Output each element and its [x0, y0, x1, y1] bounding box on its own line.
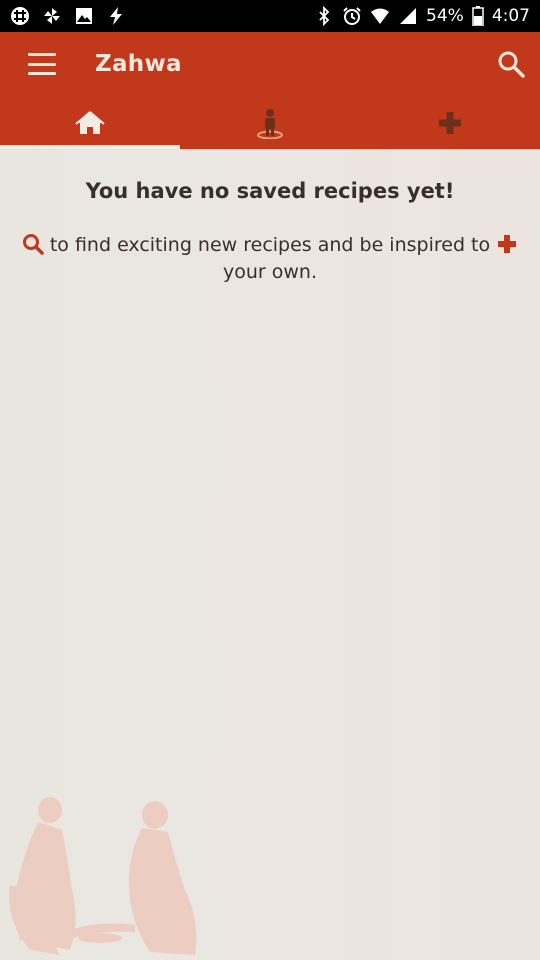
app-bar: Zahwa	[0, 32, 540, 96]
tab-profile[interactable]	[180, 96, 360, 149]
recipes-content: You have no saved recipes yet! to find e…	[0, 149, 540, 960]
tab-bar	[0, 96, 540, 149]
empty-state-message-text: to find exciting new recipes and be insp…	[49, 234, 491, 256]
person-icon	[257, 108, 283, 139]
search-icon[interactable]	[496, 49, 526, 79]
empty-state-message-end: your own.	[222, 261, 317, 283]
signal-icon	[400, 8, 417, 24]
empty-state-title: You have no saved recipes yet!	[85, 179, 455, 203]
plus-icon	[498, 235, 517, 253]
menu-icon-bar	[28, 72, 56, 75]
tab-add[interactable]	[360, 96, 540, 149]
alarm-icon	[343, 7, 361, 25]
app-screen: 54% 4:07 Zahwa You have no saved recipes…	[0, 0, 540, 960]
bluetooth-icon	[319, 6, 330, 26]
menu-icon-bar	[28, 62, 56, 66]
menu-button[interactable]	[28, 53, 56, 75]
empty-state-message: to find exciting new recipes and be insp…	[14, 232, 526, 286]
system-icons: 54% 4:07	[314, 6, 530, 26]
flash-icon	[110, 7, 122, 25]
plus-icon	[439, 111, 461, 134]
slack-icon	[11, 7, 29, 25]
tab-home[interactable]	[0, 96, 180, 149]
status-bar: 54% 4:07	[0, 0, 540, 32]
menu-icon	[28, 53, 56, 56]
clock: 4:07	[491, 6, 530, 26]
image-icon	[76, 8, 92, 24]
notification-icons	[10, 6, 126, 26]
home-icon	[75, 110, 105, 134]
pinwheel-icon	[44, 8, 60, 24]
wifi-icon	[371, 8, 390, 24]
search-icon	[22, 234, 44, 255]
battery-percent: 54%	[426, 6, 464, 26]
battery-icon	[472, 6, 484, 26]
app-title: Zahwa	[95, 51, 182, 77]
cooking-figures-illustration	[9, 797, 197, 955]
